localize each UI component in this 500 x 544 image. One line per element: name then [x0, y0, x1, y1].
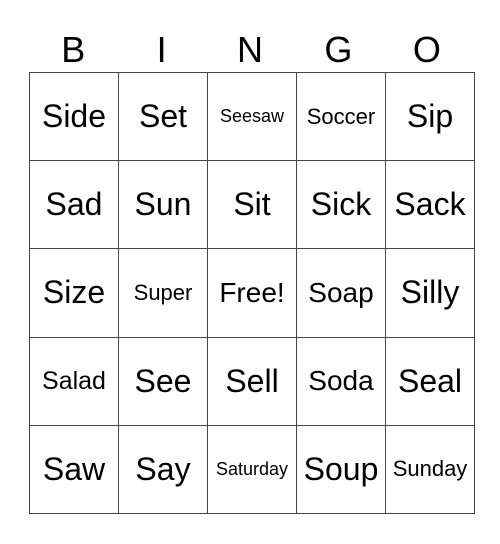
- header-letter-g: G: [324, 29, 353, 70]
- bingo-cell: Say: [118, 424, 208, 515]
- bingo-cell: Salad: [29, 336, 119, 426]
- header-letter-i: I: [156, 29, 167, 70]
- bingo-cell: Sip: [385, 71, 475, 162]
- bingo-card: Side Set Seesaw Soccer Sip Sad Sun Sit S…: [29, 71, 475, 515]
- bingo-cell: Seal: [385, 336, 475, 426]
- bingo-cell: Sack: [385, 160, 475, 250]
- bingo-row: Side Set Seesaw Soccer Sip: [29, 71, 475, 162]
- bingo-row: Sad Sun Sit Sick Sack: [29, 160, 475, 250]
- bingo-cell: Sit: [207, 160, 297, 250]
- bingo-cell: Sad: [29, 160, 119, 250]
- bingo-cell: Side: [29, 71, 119, 162]
- bingo-cell: Sick: [296, 160, 386, 250]
- bingo-cell: Sell: [207, 336, 297, 426]
- header-letter-o: O: [412, 29, 441, 70]
- bingo-cell: Silly: [385, 248, 475, 338]
- bingo-cell: Saw: [29, 424, 119, 515]
- bingo-cell: Super: [118, 248, 208, 338]
- header-letter-b: B: [61, 29, 86, 70]
- bingo-cell: Sunday: [385, 424, 475, 515]
- bingo-cell: Sun: [118, 160, 208, 250]
- bingo-cell: Soccer: [296, 71, 386, 162]
- bingo-row: Salad See Sell Soda Seal: [29, 336, 475, 426]
- bingo-cell: Saturday: [207, 424, 297, 515]
- header-letter-n: N: [237, 29, 264, 70]
- bingo-row: Size Super Free! Soap Silly: [29, 248, 475, 338]
- bingo-cell: Soup: [296, 424, 386, 515]
- bingo-cell: Seesaw: [207, 71, 297, 162]
- bingo-cell: Set: [118, 71, 208, 162]
- bingo-cell: See: [118, 336, 208, 426]
- bingo-row: Saw Say Saturday Soup Sunday: [29, 424, 475, 515]
- bingo-cell: Soap: [296, 248, 386, 338]
- bingo-cell: Size: [29, 248, 119, 338]
- bingo-header: B I N G O: [29, 30, 471, 70]
- bingo-cell: Soda: [296, 336, 386, 426]
- free-space-cell: Free!: [207, 248, 297, 338]
